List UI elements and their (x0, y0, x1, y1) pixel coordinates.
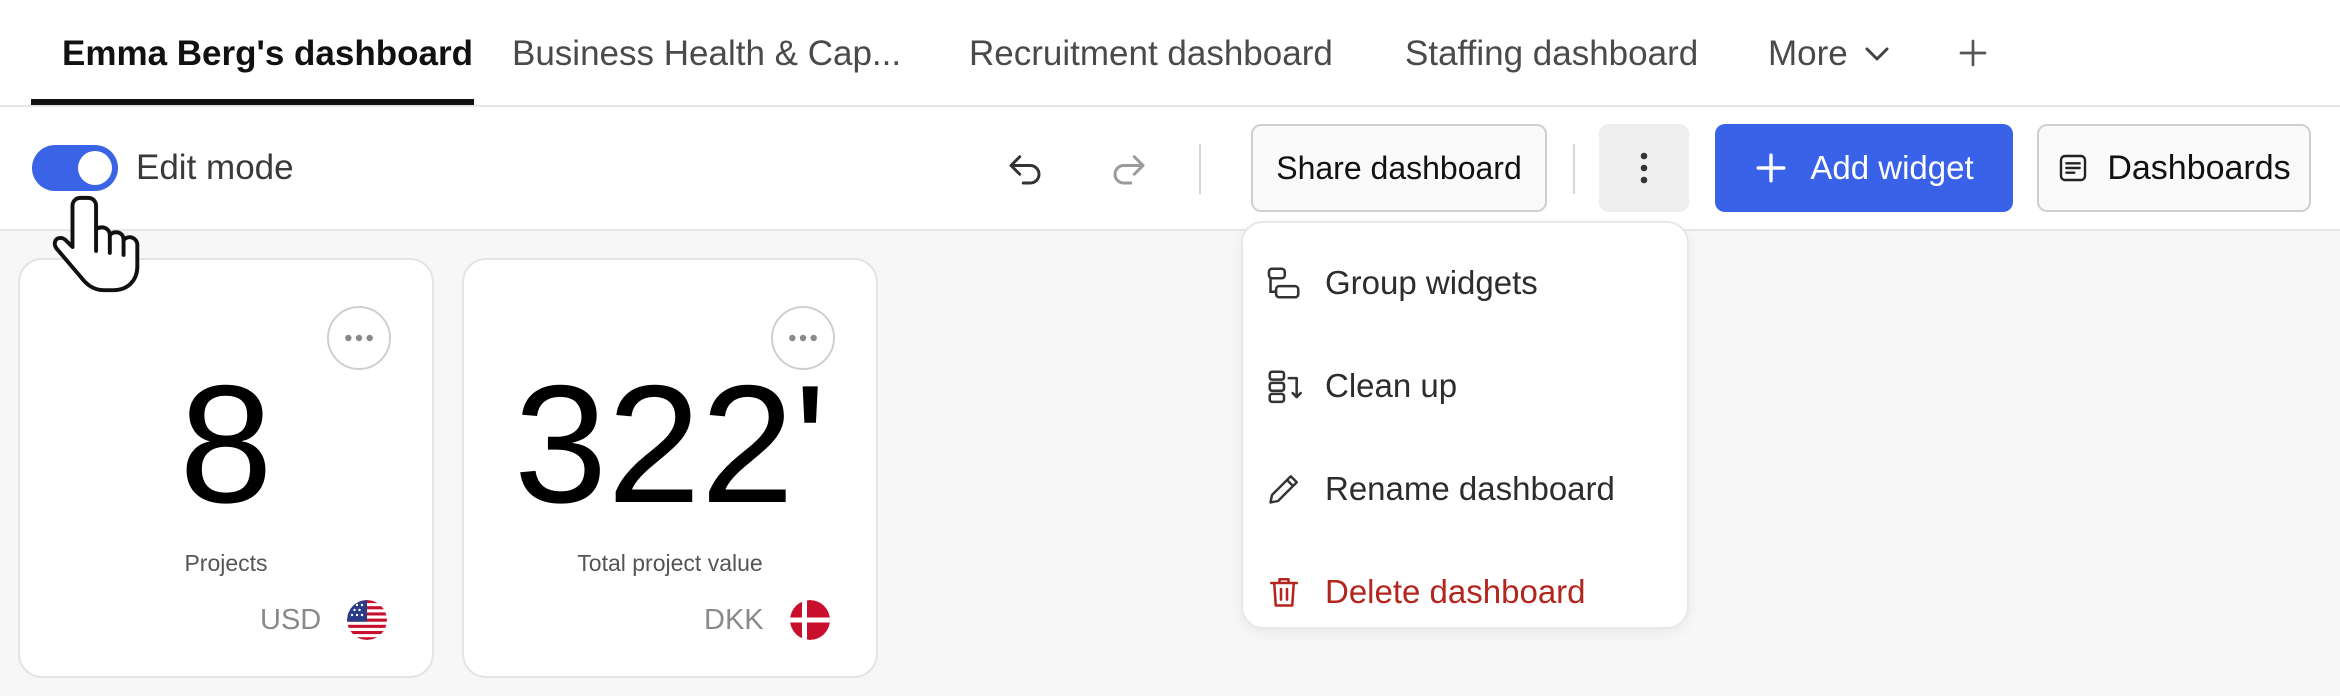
group-widgets-icon (1265, 264, 1303, 302)
tab-business-health[interactable]: Business Health & Cap... (512, 0, 901, 107)
active-tab-indicator (31, 99, 474, 105)
plus-icon (1756, 153, 1786, 183)
widget-label: Projects (184, 550, 268, 576)
edit-mode-label: Edit mode (136, 148, 294, 187)
widget-value: 322' (513, 350, 827, 538)
share-dashboard-label: Share dashboard (1276, 149, 1522, 186)
add-widget-button[interactable]: Add widget (1715, 124, 2013, 212)
redo-button[interactable] (1104, 144, 1154, 194)
more-options-button[interactable] (1599, 124, 1689, 212)
widget-projects[interactable]: 8 Projects USD (18, 258, 434, 678)
pencil-icon (1265, 470, 1303, 508)
menu-item-label: Clean up (1325, 367, 1458, 404)
share-dashboard-button[interactable]: Share dashboard (1251, 124, 1547, 212)
tab-label: Staffing dashboard (1405, 33, 1699, 73)
toolbar-divider (1573, 144, 1575, 194)
ellipsis-icon (345, 334, 373, 342)
add-tab-button[interactable] (1950, 30, 1996, 76)
tab-label: Business Health & Cap... (512, 33, 902, 73)
trash-icon (1265, 573, 1303, 611)
add-widget-label: Add widget (1810, 149, 1974, 186)
kebab-menu-icon (1640, 152, 1648, 184)
tab-label: Recruitment dashboard (969, 33, 1333, 73)
tab-staffing-dashboard[interactable]: Staffing dashboard (1405, 0, 1698, 107)
redo-icon (1113, 155, 1145, 185)
dashboard-tabs: Emma Berg's dashboard Business Health & … (0, 0, 2340, 107)
widget-value: 8 (179, 350, 273, 538)
list-icon (2060, 154, 2087, 182)
menu-item-group-widgets[interactable]: Group widgets (1265, 253, 1538, 313)
ellipsis-icon (789, 334, 817, 342)
tab-label: Emma Berg's dashboard (62, 33, 473, 73)
dashboard-options-menu: Group widgets Clean up Rename dashboard … (1241, 221, 1689, 629)
menu-item-delete-dashboard[interactable]: Delete dashboard (1265, 562, 1586, 622)
chevron-down-icon (1865, 47, 1889, 60)
widget-label: Total project value (577, 550, 763, 576)
undo-icon (1009, 155, 1041, 185)
widget-total-project-value[interactable]: 322' Total project value DKK (462, 258, 878, 678)
plus-icon (1959, 39, 1987, 67)
tab-more[interactable]: More (1768, 0, 1892, 107)
hand-pointer-cursor-icon (52, 195, 140, 293)
menu-item-label: Group widgets (1325, 264, 1538, 301)
toolbar-divider (1199, 144, 1201, 194)
clean-up-icon (1265, 367, 1303, 405)
dashboards-button[interactable]: Dashboards (2037, 124, 2311, 212)
tab-recruitment-dashboard[interactable]: Recruitment dashboard (969, 0, 1333, 107)
currency-code: USD (260, 603, 322, 636)
us-flag-icon (347, 600, 388, 640)
tab-label: More (1768, 33, 1848, 73)
currency-code: DKK (704, 603, 764, 636)
menu-item-label: Delete dashboard (1325, 573, 1586, 610)
edit-mode-toggle[interactable] (32, 145, 118, 191)
menu-item-clean-up[interactable]: Clean up (1265, 356, 1457, 416)
widget-currency: USD (260, 600, 388, 640)
tab-emma-berg-dashboard[interactable]: Emma Berg's dashboard (62, 0, 473, 107)
dashboards-label: Dashboards (2107, 148, 2291, 187)
toggle-knob (78, 151, 112, 185)
undo-button[interactable] (1000, 144, 1050, 194)
dashboard-toolbar: Edit mode Share dashboard Add widget Das… (0, 107, 2340, 231)
dk-flag-icon (789, 600, 830, 640)
menu-item-rename-dashboard[interactable]: Rename dashboard (1265, 459, 1615, 519)
widget-currency: DKK (704, 600, 830, 640)
menu-item-label: Rename dashboard (1325, 470, 1615, 507)
